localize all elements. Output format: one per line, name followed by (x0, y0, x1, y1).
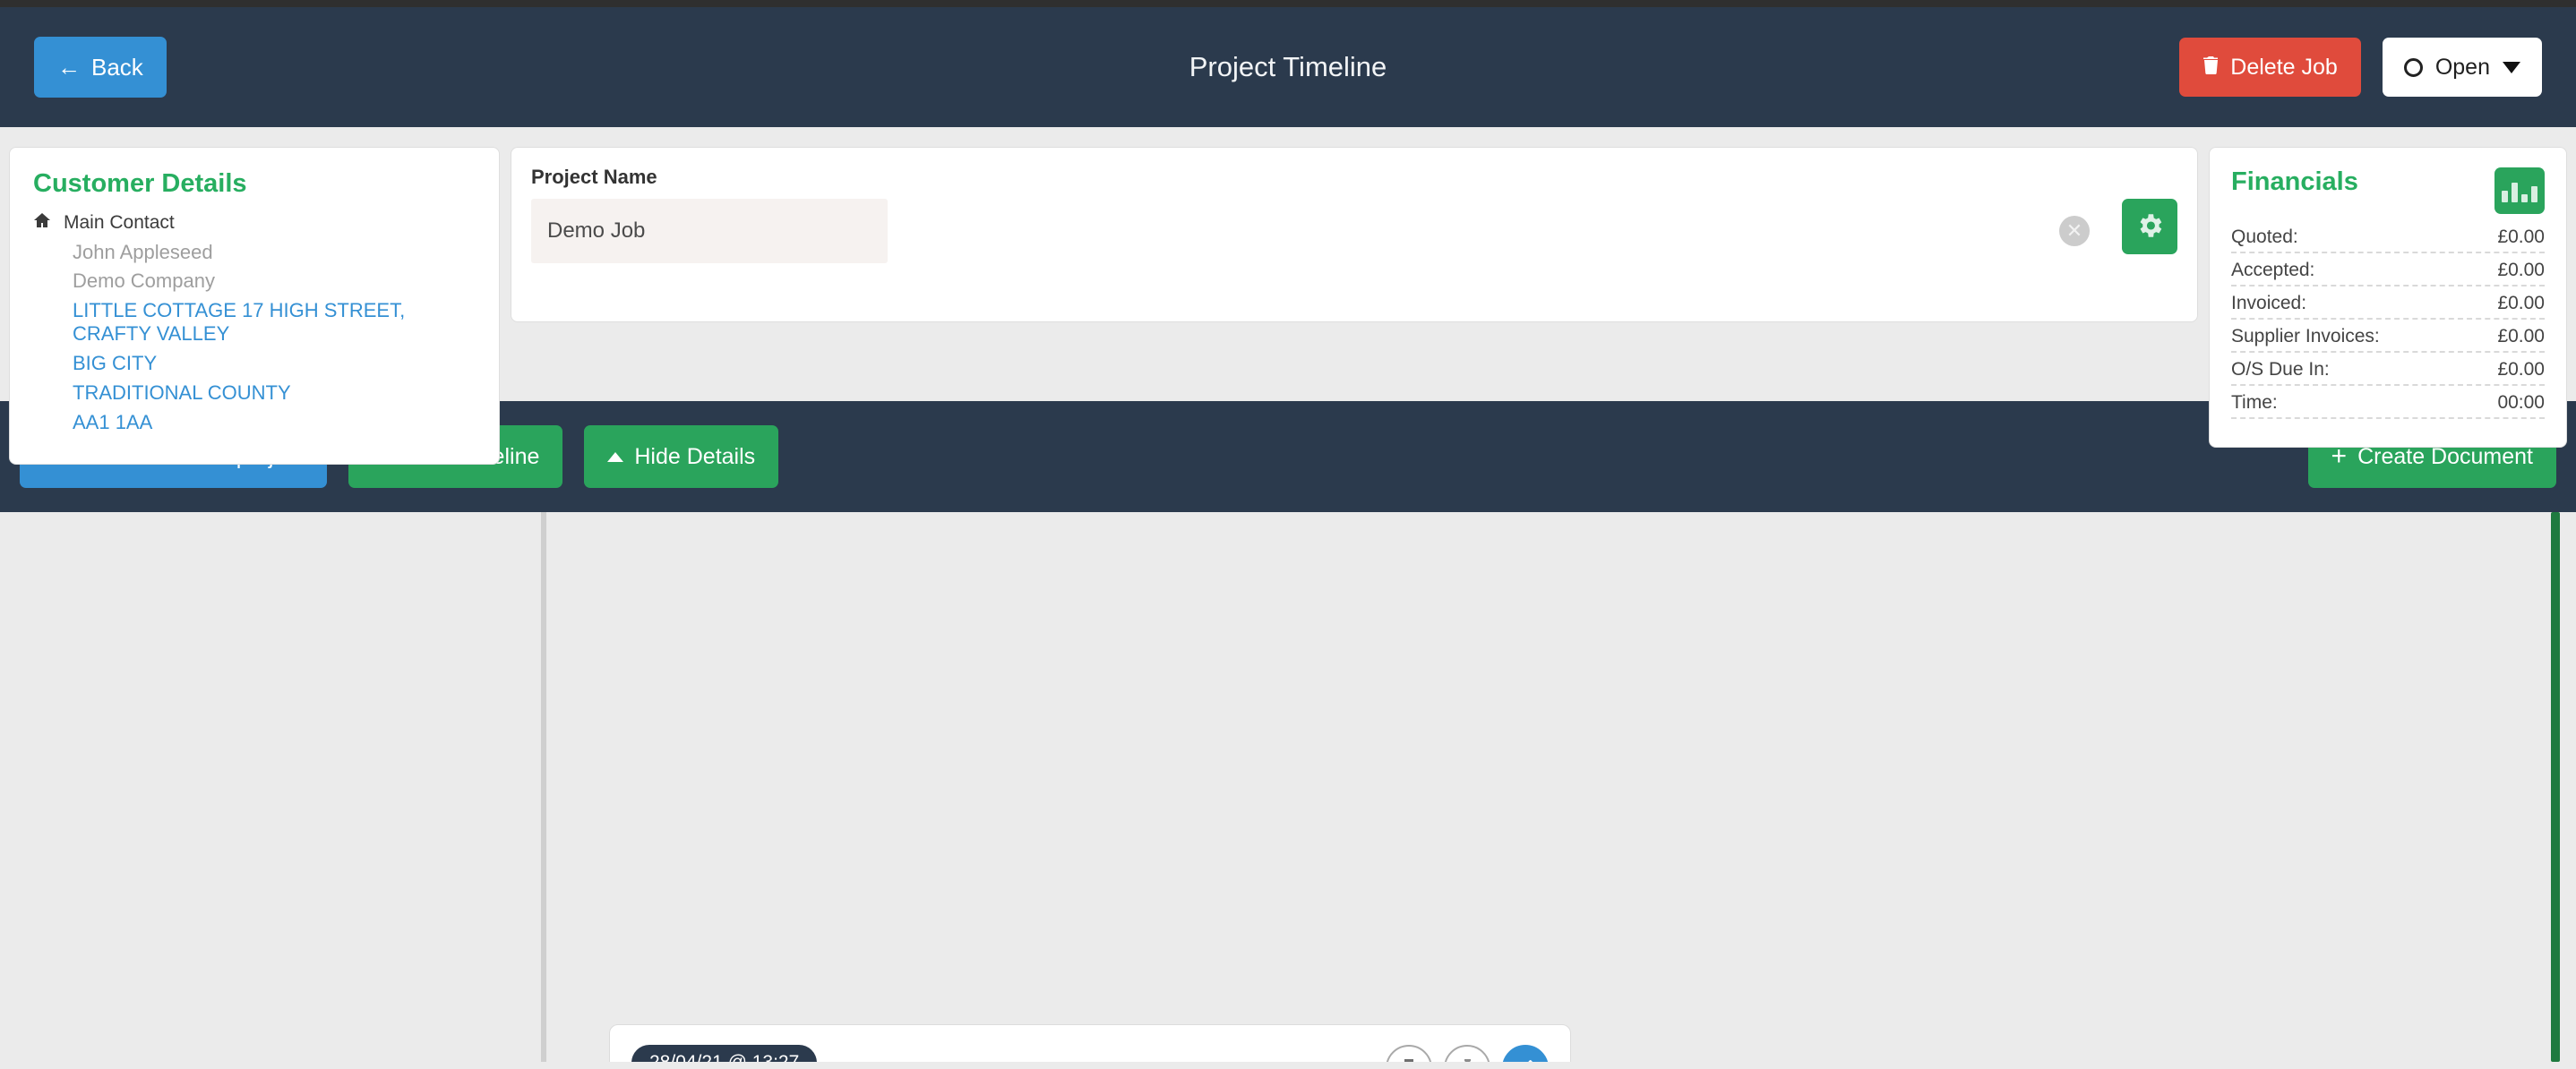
job-status-dropdown[interactable]: Open (2382, 38, 2542, 97)
financials-row: O/S Due In: £0.00 (2231, 359, 2545, 386)
hide-details-button[interactable]: Hide Details (584, 425, 779, 488)
window-top-strip (0, 0, 2576, 7)
financials-row: Accepted: £0.00 (2231, 260, 2545, 286)
back-button[interactable]: ← Back (34, 37, 167, 98)
customer-address-line-2[interactable]: BIG CITY (73, 352, 476, 375)
financials-row: Supplier Invoices: £0.00 (2231, 326, 2545, 353)
financials-label: Quoted: (2231, 227, 2298, 247)
financials-row: Quoted: £0.00 (2231, 227, 2545, 253)
financials-label: O/S Due In: (2231, 359, 2330, 380)
circle-outline-icon (2403, 57, 2423, 77)
bar-chart-icon (2502, 179, 2537, 202)
project-name-panel: Project Name ✕ (511, 147, 2198, 322)
financials-value: £0.00 (2497, 260, 2545, 280)
app-header: ← Back Project Timeline Delete Job Open (0, 7, 2576, 127)
gear-icon (2134, 210, 2165, 244)
financials-value: £0.00 (2497, 227, 2545, 247)
customer-details-panel: Customer Details Main Contact John Apple… (9, 147, 500, 465)
timeline-card[interactable]: 28/04/21 @ 13:27 Appointment Test Appt (609, 1024, 1571, 1062)
financials-panel: Financials Quoted: £0.00 Accepted: £0.00… (2209, 147, 2567, 448)
pin-icon[interactable] (1444, 1045, 1490, 1062)
trash-icon (2202, 55, 2220, 81)
financials-value: 00:00 (2497, 392, 2545, 413)
caret-up-icon (607, 451, 624, 462)
financials-row: Invoiced: £0.00 (2231, 293, 2545, 320)
arrow-left-icon: ← (57, 53, 81, 81)
delete-job-label: Delete Job (2230, 54, 2338, 80)
customer-address-line-1[interactable]: LITTLE COTTAGE 17 HIGH STREET, CRAFTY VA… (73, 299, 476, 346)
financials-label: Accepted: (2231, 260, 2315, 280)
financials-label: Supplier Invoices: (2231, 326, 2380, 346)
pencil-icon[interactable] (1502, 1045, 1549, 1062)
project-name-label: Project Name (531, 166, 657, 188)
financials-value: £0.00 (2497, 359, 2545, 380)
customer-name: John Appleseed (73, 241, 213, 263)
bookmark-icon[interactable] (1386, 1045, 1432, 1062)
project-name-input[interactable] (531, 199, 888, 263)
customer-address-line-3[interactable]: TRADITIONAL COUNTY (73, 381, 476, 405)
chevron-down-icon (2503, 61, 2520, 73)
back-button-label: Back (91, 53, 143, 81)
close-circle-icon[interactable]: ✕ (2059, 216, 2090, 246)
financials-label: Invoiced: (2231, 293, 2307, 313)
home-icon (33, 211, 51, 235)
details-band: Customer Details Main Contact John Apple… (0, 127, 2576, 465)
financials-chart-button[interactable] (2494, 167, 2545, 214)
financials-value: £0.00 (2497, 326, 2545, 346)
timeline-card-actions (1386, 1045, 1549, 1062)
customer-address-postcode[interactable]: AA1 1AA (73, 411, 476, 434)
timeline-scrollbar[interactable] (2551, 512, 2560, 1062)
financials-title: Financials (2231, 167, 2358, 196)
customer-company: Demo Company (73, 269, 215, 292)
job-status-label: Open (2434, 54, 2490, 80)
financials-label: Time: (2231, 392, 2278, 413)
header-actions: Delete Job Open (2179, 38, 2542, 97)
financials-rows: Quoted: £0.00 Accepted: £0.00 Invoiced: … (2231, 227, 2545, 419)
project-settings-button[interactable] (2122, 199, 2177, 254)
timeline-date-badge: 28/04/21 @ 13:27 (631, 1045, 818, 1062)
timeline-spine (541, 512, 546, 1062)
main-contact-label: Main Contact (64, 212, 175, 233)
main-contact-row: Main Contact (33, 211, 476, 235)
financials-value: £0.00 (2497, 293, 2545, 313)
delete-job-button[interactable]: Delete Job (2179, 38, 2361, 97)
customer-details-title: Customer Details (33, 169, 247, 198)
financials-row: Time: 00:00 (2231, 392, 2545, 419)
hide-details-label: Hide Details (634, 443, 756, 469)
timeline-area: 28/04/21 @ 13:27 Appointment Test Appt (0, 512, 2576, 1062)
